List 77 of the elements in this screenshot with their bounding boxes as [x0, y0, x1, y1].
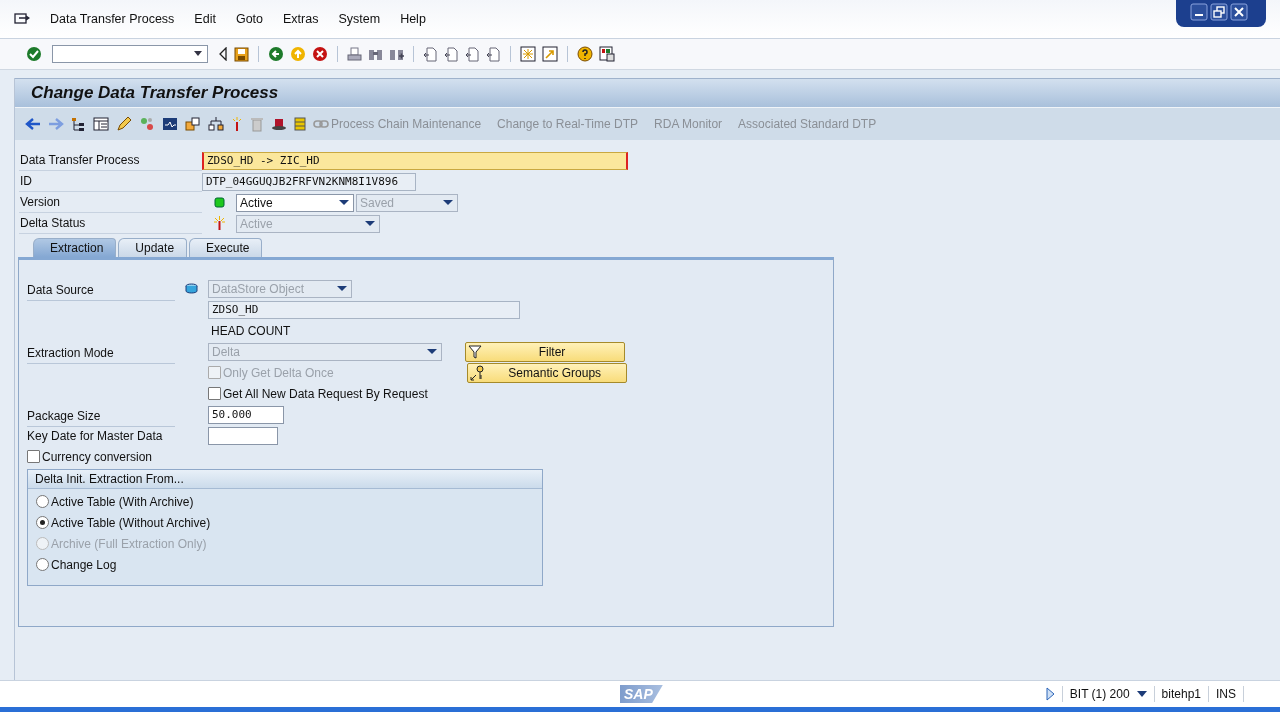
field-label: ID	[19, 171, 202, 192]
help-icon[interactable]	[577, 46, 593, 62]
tab[interactable]: Update	[118, 238, 188, 257]
radio-option[interactable]: Active Table (With Archive)	[28, 491, 542, 512]
menu-item[interactable]: Edit	[184, 12, 226, 26]
menu-icon[interactable]	[14, 12, 30, 26]
command-field[interactable]	[52, 45, 208, 63]
dtp-field[interactable]: ZDSO_HD -> ZIC_HD	[202, 151, 628, 170]
layout-icon[interactable]	[599, 46, 615, 62]
menu-item[interactable]: Goto	[225, 12, 273, 26]
package-size-field[interactable]: 50.000	[208, 405, 284, 424]
database-icon[interactable]	[294, 116, 306, 132]
field-label: Data Transfer Process	[19, 150, 202, 171]
wand-icon[interactable]	[231, 116, 243, 132]
page-icon[interactable]	[423, 46, 438, 62]
print-icon[interactable]	[347, 46, 362, 62]
menu-item[interactable]: Extras	[273, 12, 329, 26]
funnel-icon	[468, 344, 482, 359]
field-label: Delta Status	[19, 213, 202, 234]
table-icon[interactable]	[93, 117, 109, 131]
input-mode: INS	[1216, 687, 1236, 701]
radio-option[interactable]: Active Table (Without Archive)	[28, 512, 542, 533]
page-icon[interactable]	[444, 46, 459, 62]
version-dropdown[interactable]: Active	[236, 193, 354, 212]
checkbox[interactable]: Get All New Data Request By Request	[208, 386, 428, 401]
field-label: Data Source	[27, 276, 175, 301]
wand-icon	[213, 216, 225, 231]
monitor-icon[interactable]	[162, 117, 178, 131]
radio-button[interactable]	[36, 516, 49, 529]
radio-button[interactable]	[36, 558, 49, 571]
hierarchy-icon[interactable]	[71, 116, 86, 132]
page-icon[interactable]	[465, 46, 480, 62]
tab[interactable]: Extraction	[33, 238, 117, 257]
key-date-field[interactable]	[208, 426, 278, 445]
arrow-left-icon[interactable]	[25, 117, 41, 131]
radio-option[interactable]: Change Log	[28, 554, 542, 575]
check-icon[interactable]	[26, 46, 42, 62]
semantic-groups-button[interactable]: Semantic Groups	[466, 362, 627, 383]
network-icon[interactable]	[208, 116, 224, 132]
restore-icon[interactable]	[1210, 3, 1228, 21]
menu-item[interactable]: Help	[390, 12, 436, 26]
close-icon[interactable]	[1230, 3, 1248, 21]
id-field: DTP_04GGUQJB2FRFVN2KNM8I1V896	[202, 172, 416, 191]
page-icon[interactable]	[486, 46, 501, 62]
minimize-icon[interactable]	[1190, 3, 1208, 21]
cancel-icon[interactable]	[312, 46, 328, 62]
status-light-icon	[213, 197, 225, 208]
system-info[interactable]: BIT (1) 200	[1069, 687, 1130, 701]
caret-icon[interactable]	[1136, 691, 1147, 697]
caret-icon[interactable]	[193, 51, 203, 57]
field-label: Version	[19, 192, 202, 213]
menu-item[interactable]: Data Transfer Process	[40, 12, 185, 26]
field-label: Package Size	[27, 402, 175, 427]
key-icon	[469, 364, 486, 381]
server-name: bitehp1	[1161, 687, 1201, 701]
shortcut-icon[interactable]	[542, 46, 558, 62]
cylinder-icon	[185, 283, 198, 294]
play-icon[interactable]	[1044, 687, 1055, 701]
back-icon[interactable]	[268, 46, 284, 62]
chain-icon	[313, 119, 329, 129]
field-label: Extraction Mode	[27, 339, 175, 364]
checkbox[interactable]: Currency conversion	[27, 449, 153, 464]
field-label: Key Date for Master Data	[27, 428, 164, 443]
radio-button[interactable]	[36, 495, 49, 508]
source-description: HEAD COUNT	[210, 323, 291, 338]
group-title: Delta Init. Extraction From...	[35, 472, 184, 486]
copy-icon[interactable]	[185, 116, 201, 132]
pencil-icon[interactable]	[116, 116, 132, 132]
screen-title: Change Data Transfer Process	[31, 83, 279, 103]
triangle-left-icon[interactable]	[218, 47, 228, 61]
tab[interactable]: Execute	[189, 238, 263, 257]
sap-logo: SAP	[620, 685, 663, 703]
new-session-icon[interactable]	[520, 46, 536, 62]
save-icon[interactable]	[234, 46, 249, 62]
menu-item[interactable]: System	[328, 12, 391, 26]
source-name-field: ZDSO_HD	[208, 300, 520, 319]
filter-button[interactable]: Filter	[465, 341, 625, 362]
